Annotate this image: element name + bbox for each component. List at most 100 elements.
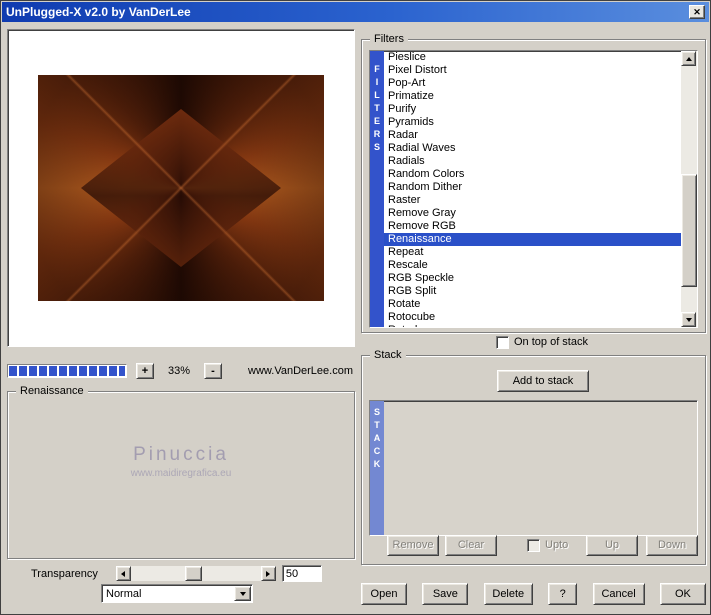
transparency-scrollbar[interactable] (115, 566, 276, 581)
filter-item[interactable]: Purify (384, 103, 681, 116)
stack-strip-letter: C (373, 446, 381, 456)
stack-group: Stack Add to stack STACK Remove Clear Up… (361, 349, 706, 565)
stack-group-title: Stack (370, 349, 406, 362)
open-button[interactable]: Open (361, 583, 407, 605)
filters-strip-letter: I (375, 77, 379, 87)
clear-button[interactable]: Clear (445, 534, 497, 556)
window-title: UnPlugged-X v2.0 by VanDerLee (6, 5, 191, 19)
filter-item[interactable]: Rescale (384, 259, 681, 272)
filter-item[interactable]: Pieslice (384, 51, 681, 64)
transparency-track[interactable] (131, 566, 261, 581)
stack-strip-letter: A (373, 433, 381, 443)
filters-group: Filters FILTERS Pieslice Pixel Distort Pop… (361, 33, 706, 333)
arrow-down-icon (685, 317, 692, 322)
filters-strip-letter: T (374, 103, 380, 113)
action-buttons: Open Save Delete ? Cancel OK (361, 583, 706, 605)
filter-item[interactable]: Pyramids (384, 116, 681, 129)
filter-item[interactable]: RGB Speckle (384, 272, 681, 285)
filter-item[interactable]: Pop-Art (384, 77, 681, 90)
renaissance-group: Renaissance Pinuccia www.maidiregrafica.… (7, 385, 355, 559)
filter-item[interactable]: RGB Split (384, 285, 681, 298)
filter-item[interactable]: Random Colors (384, 168, 681, 181)
on-top-checkbox[interactable] (496, 335, 509, 349)
delete-button[interactable]: Delete (483, 583, 533, 605)
chevron-down-icon (239, 591, 246, 596)
filters-strip-letter: R (373, 129, 381, 139)
filter-item[interactable]: Rotate (384, 298, 681, 311)
website-text: www.VanDerLee.com (248, 364, 353, 377)
zoom-level: 33% (167, 364, 191, 377)
preview-panel (7, 29, 355, 347)
filters-scroll-track[interactable] (681, 66, 697, 312)
blend-mode-value: Normal (106, 587, 142, 600)
filter-item[interactable]: Raster (384, 194, 681, 207)
close-button[interactable]: ✕ (689, 5, 705, 19)
progress-bar (7, 363, 127, 378)
transparency-row: Transparency (7, 565, 355, 582)
stack-list-empty[interactable] (384, 401, 697, 535)
help-button[interactable]: ? (548, 583, 578, 605)
down-button[interactable]: Down (646, 534, 698, 556)
filters-group-title: Filters (370, 33, 408, 46)
scroll-left-button[interactable] (115, 566, 131, 581)
stack-strip-letter: S (373, 407, 380, 417)
on-top-label: On top of stack (514, 336, 588, 348)
filters-scrollbar[interactable] (681, 51, 697, 327)
filter-item[interactable]: Renaissance (384, 233, 681, 246)
arrow-up-icon (685, 56, 692, 61)
stack-strip-letter: T (374, 420, 380, 430)
zoom-out-button[interactable]: - (204, 362, 222, 379)
cancel-button[interactable]: Cancel (592, 583, 645, 605)
stack-button-row: Remove Clear Upto Up Down (369, 534, 698, 556)
filter-item[interactable]: Radial Waves (384, 142, 681, 155)
filters-listbox: FILTERS Pieslice Pixel Distort Pop-Art Prim… (369, 50, 698, 328)
filter-item[interactable]: Pixel Distort (384, 64, 681, 77)
save-button[interactable]: Save (422, 583, 469, 605)
ok-button[interactable]: OK (659, 583, 706, 605)
filter-item[interactable]: Random Dither (384, 181, 681, 194)
stack-strip: STACK (370, 401, 384, 535)
scroll-up-button[interactable] (681, 51, 696, 66)
zoom-row: + 33% - www.VanDerLee.com (7, 362, 355, 379)
filters-strip-letter: F (374, 64, 380, 74)
filter-preview-area: Pinuccia www.maidiregrafica.eu (16, 400, 346, 550)
scroll-down-button[interactable] (681, 312, 696, 327)
renaissance-group-title: Renaissance (16, 385, 88, 398)
filter-item[interactable]: Primatize (384, 90, 681, 103)
upto-checkbox[interactable] (527, 538, 540, 552)
filters-strip-letter: E (373, 116, 380, 126)
upto-label: Upto (545, 539, 569, 551)
upto-wrap: Upto (527, 538, 569, 552)
up-button[interactable]: Up (586, 534, 638, 556)
add-to-stack-button[interactable]: Add to stack (497, 370, 589, 392)
zoom-in-button[interactable]: + (136, 362, 154, 379)
scroll-right-button[interactable] (260, 566, 276, 581)
remove-button[interactable]: Remove (387, 534, 439, 556)
filter-item[interactable]: Radials (384, 155, 681, 168)
stack-strip-letter: K (373, 459, 381, 469)
filters-list: Pieslice Pixel Distort Pop-Art Primatize Pur… (384, 51, 681, 327)
dropdown-button[interactable] (234, 586, 251, 601)
filter-item[interactable]: Remove Gray (384, 207, 681, 220)
arrow-right-icon (266, 570, 271, 577)
arrow-left-icon (121, 570, 126, 577)
filter-item[interactable]: Rotodraw (384, 324, 681, 327)
filter-item[interactable]: Radar (384, 129, 681, 142)
transparency-thumb[interactable] (185, 566, 203, 581)
transparency-label: Transparency (31, 567, 98, 580)
filter-item[interactable]: Remove RGB (384, 220, 681, 233)
close-icon: ✕ (693, 6, 701, 17)
on-top-row: On top of stack (496, 335, 588, 349)
preview-image (38, 75, 324, 301)
filters-strip-letter: L (374, 90, 380, 100)
watermark-name: Pinuccia (133, 443, 229, 465)
blend-mode-select[interactable]: Normal (101, 584, 253, 603)
filters-strip: FILTERS (370, 51, 384, 327)
title-bar[interactable]: UnPlugged-X v2.0 by VanDerLee ✕ (2, 2, 709, 22)
filter-item[interactable]: Repeat (384, 246, 681, 259)
stack-listbox[interactable]: STACK (369, 400, 698, 536)
filters-scroll-thumb[interactable] (681, 174, 697, 288)
transparency-input[interactable] (281, 565, 322, 582)
watermark-url: www.maidiregrafica.eu (130, 467, 232, 479)
filter-item[interactable]: Rotocube (384, 311, 681, 324)
